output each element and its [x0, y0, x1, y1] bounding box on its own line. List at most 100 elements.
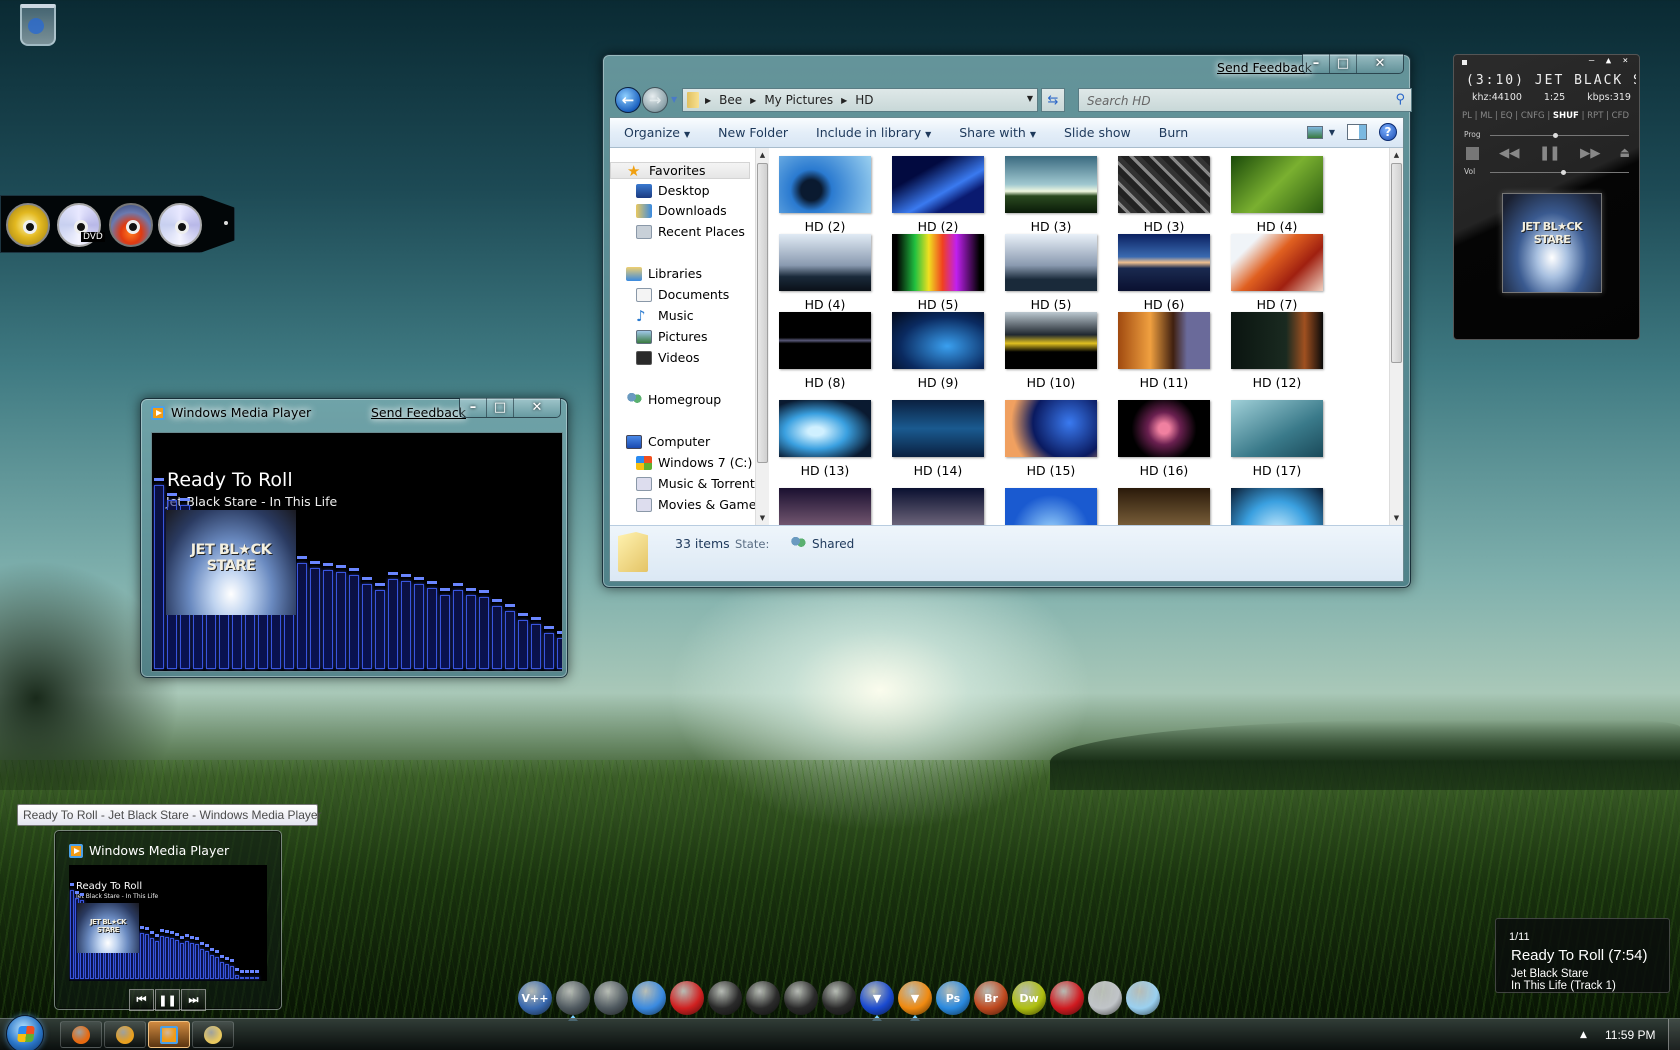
- pause-icon[interactable]: ❚❚: [1540, 143, 1560, 163]
- file-item[interactable]: HD (13): [770, 400, 880, 478]
- winamp-menu-cfd[interactable]: CFD: [1612, 111, 1629, 121]
- file-item[interactable]: HD (9): [883, 312, 993, 390]
- preview-pane-icon[interactable]: [1347, 124, 1367, 140]
- firefox-taskbar-button[interactable]: [60, 1021, 102, 1048]
- folder-video-icon[interactable]: [822, 981, 856, 1015]
- volume-knob[interactable]: [1560, 170, 1566, 175]
- recent-pages-dropdown[interactable]: ▼: [671, 95, 677, 104]
- file-item[interactable]: HD (3): [996, 156, 1106, 234]
- breadcrumb-my-pictures[interactable]: My Pictures: [764, 93, 833, 107]
- new-folder-button[interactable]: New Folder: [704, 125, 802, 140]
- content-scrollbar[interactable]: ▲ ▼: [1389, 148, 1403, 525]
- nav-pictures[interactable]: Pictures: [636, 329, 708, 344]
- include-in-library-menu[interactable]: Include in library ▼: [802, 125, 945, 140]
- help-icon[interactable]: ?: [1379, 123, 1397, 141]
- file-item[interactable]: HD (8): [770, 312, 880, 390]
- nav-downloads[interactable]: Downloads: [636, 203, 727, 218]
- volume-slider[interactable]: Vol: [1464, 167, 1629, 177]
- next-icon[interactable]: ▶▶: [1580, 143, 1600, 163]
- acrobat-icon[interactable]: [1050, 981, 1084, 1015]
- clock[interactable]: 11:59 PM: [1605, 1028, 1655, 1042]
- minimize-button[interactable]: –: [1303, 54, 1330, 73]
- file-item[interactable]: HD (17): [1222, 400, 1332, 478]
- nav-pane-scrollbar[interactable]: ▲ ▼: [755, 148, 769, 525]
- share-with-menu[interactable]: Share with ▼: [945, 125, 1050, 140]
- winamp-menu-shuf[interactable]: SHUF: [1553, 111, 1579, 121]
- stop-icon[interactable]: [1466, 146, 1479, 160]
- file-item[interactable]: [1109, 488, 1219, 525]
- nav-music-torrent[interactable]: Music & Torrent: [636, 476, 755, 491]
- file-item[interactable]: HD (12): [1222, 312, 1332, 390]
- scroll-thumb[interactable]: [757, 163, 768, 463]
- dock-handle[interactable]: [224, 221, 228, 225]
- minimize-button[interactable]: –: [460, 398, 487, 417]
- nav-movies-games[interactable]: Movies & Games: [636, 497, 755, 512]
- send-feedback-link[interactable]: Send Feedback: [371, 405, 466, 420]
- nav-desktop[interactable]: Desktop: [636, 183, 710, 198]
- next-track-button[interactable]: ⏭: [181, 989, 206, 1011]
- refresh-button[interactable]: ⇆: [1041, 88, 1065, 112]
- visual-cpp-icon[interactable]: V++: [518, 981, 552, 1015]
- wmp-taskbar-button[interactable]: [148, 1021, 190, 1048]
- file-item[interactable]: HD (14): [883, 400, 993, 478]
- winamp-menu-pl[interactable]: PL: [1462, 111, 1472, 121]
- winamp-menu-cnfg[interactable]: CNFG: [1521, 111, 1545, 121]
- file-item[interactable]: HD (5): [996, 234, 1106, 312]
- winamp-menu-icon[interactable]: [1462, 60, 1467, 65]
- organize-menu[interactable]: Organize ▼: [610, 125, 704, 140]
- file-item[interactable]: HD (2): [883, 156, 993, 234]
- cola-can-icon[interactable]: [670, 981, 704, 1015]
- nav-music[interactable]: ♪ Music: [636, 308, 694, 323]
- folder-window-icon[interactable]: [746, 981, 780, 1015]
- messenger-icon[interactable]: [632, 981, 666, 1015]
- scroll-up-icon[interactable]: ▲: [756, 148, 769, 162]
- file-item[interactable]: HD (16): [1109, 400, 1219, 478]
- scroll-down-icon[interactable]: ▼: [1390, 511, 1403, 525]
- usb-drive-icon[interactable]: [1088, 981, 1122, 1015]
- download-orange-icon[interactable]: ▼: [898, 981, 932, 1021]
- photoshop-icon[interactable]: Ps: [936, 981, 970, 1015]
- previous-icon[interactable]: ◀◀: [1499, 143, 1519, 163]
- cd-disc-icon[interactable]: [158, 203, 202, 247]
- progress-knob[interactable]: [1553, 133, 1559, 138]
- nav-homegroup[interactable]: Homegroup: [626, 392, 721, 407]
- forward-button[interactable]: →: [642, 87, 668, 113]
- file-item[interactable]: HD (6): [1109, 234, 1219, 312]
- file-item[interactable]: [770, 488, 880, 525]
- progress-slider[interactable]: Prog: [1464, 130, 1629, 140]
- address-bar[interactable]: ▶ Bee ▶ My Pictures ▶ HD ▼: [682, 88, 1038, 112]
- bridge-icon[interactable]: Br: [974, 981, 1008, 1015]
- gold-disc-icon[interactable]: [6, 203, 50, 247]
- burn-button[interactable]: Burn: [1145, 125, 1202, 140]
- dreamweaver-icon[interactable]: Dw: [1012, 981, 1046, 1015]
- change-view-icon[interactable]: [1306, 125, 1323, 139]
- file-item[interactable]: HD (4): [770, 234, 880, 312]
- view-dropdown-icon[interactable]: ▼: [1329, 128, 1335, 137]
- maximize-button[interactable]: □: [1330, 54, 1357, 73]
- search-input[interactable]: Search HD ⚲: [1078, 88, 1412, 112]
- previous-track-button[interactable]: ⏮: [129, 989, 154, 1011]
- scroll-down-icon[interactable]: ▼: [756, 511, 769, 525]
- breadcrumb-hd[interactable]: HD: [855, 93, 873, 107]
- visualization[interactable]: Ready To Roll Jet Black Stare - In This …: [151, 432, 563, 672]
- show-hidden-icons-button[interactable]: ▲: [1580, 1030, 1587, 1040]
- start-button[interactable]: [6, 1015, 44, 1050]
- close-button[interactable]: ✕: [514, 398, 560, 417]
- folder-music-icon[interactable]: [784, 981, 818, 1015]
- file-item[interactable]: HD (3): [1109, 156, 1219, 234]
- file-item[interactable]: HD (11): [1109, 312, 1219, 390]
- nav-drive-c[interactable]: Windows 7 (C:): [636, 455, 752, 470]
- recycle-bin-icon[interactable]: [20, 4, 56, 46]
- nav-documents[interactable]: Documents: [636, 287, 729, 302]
- slide-show-button[interactable]: Slide show: [1050, 125, 1145, 140]
- eject-icon[interactable]: ⏏: [1621, 145, 1629, 161]
- now-playing-notification[interactable]: 1/11 Ready To Roll (7:54) Jet Black Star…: [1495, 918, 1670, 993]
- explorer-taskbar-button[interactable]: [192, 1021, 234, 1048]
- file-item[interactable]: [1222, 488, 1332, 525]
- scroll-thumb[interactable]: [1391, 163, 1402, 363]
- maximize-button[interactable]: □: [487, 398, 514, 417]
- breadcrumb-bee[interactable]: Bee: [719, 93, 742, 107]
- file-item[interactable]: [996, 488, 1106, 525]
- winamp-menu-ml[interactable]: ML: [1480, 111, 1492, 121]
- file-item[interactable]: HD (10): [996, 312, 1106, 390]
